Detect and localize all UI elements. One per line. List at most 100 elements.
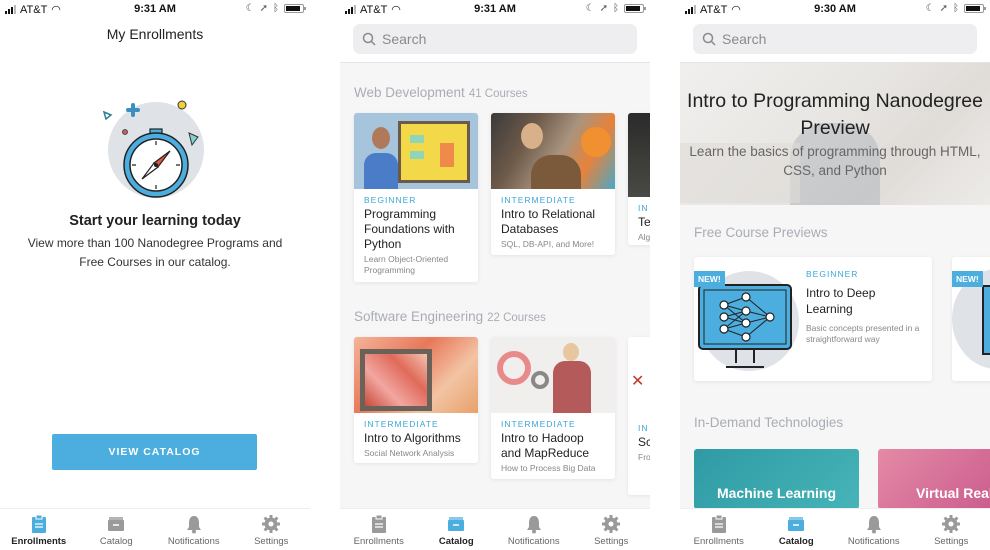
tab-label: Enrollments	[693, 536, 744, 547]
tab-settings[interactable]: Settings	[233, 509, 311, 550]
tab-label: Catalog	[778, 536, 814, 547]
course-card[interactable]: INTERMEDIATE Intro to Hadoop and MapRedu…	[491, 337, 615, 479]
featured-content[interactable]: Intro to Programming Nanodegree Preview …	[680, 62, 990, 508]
app-screenshots: AT&T ◠ 9:31 AM ☾ ➚ ᛒ My Enrollments Start y…	[0, 0, 990, 550]
tab-notifications[interactable]: Notifications	[835, 509, 913, 550]
course-name: Intro to Deep Learning	[806, 286, 876, 316]
catalog-content[interactable]: Web Development 41 Courses BEGINNER Progr…	[340, 62, 650, 508]
preview-card[interactable]: NEW!	[952, 257, 990, 381]
empty-state-title: Start your learning today	[69, 213, 241, 229]
course-card[interactable]: INTERMEDIATE Intro to Relational Databas…	[491, 113, 615, 255]
tab-label: Enrollments	[11, 536, 67, 547]
course-thumbnail	[628, 113, 650, 197]
status-bar: AT&T ◠ 9:31 AM ☾ ➚ ᛒ	[340, 0, 650, 18]
course-thumbnail	[491, 337, 615, 413]
section-count: 22 Courses	[487, 312, 546, 324]
preview-card[interactable]: NEW! BEGINNER Intro to Deep Learning Bas…	[694, 257, 932, 381]
tab-catalog[interactable]: Catalog	[758, 509, 836, 550]
tab-catalog[interactable]: Catalog	[418, 509, 496, 550]
battery-icon	[284, 4, 306, 13]
course-thumbnail	[354, 113, 478, 189]
location-icon: ➚	[599, 3, 608, 14]
status-bar: AT&T ◠ 9:31 AM ☾ ➚ ᛒ	[0, 0, 310, 18]
course-subtitle: Fro	[638, 452, 650, 462]
section-name: Web Development	[354, 85, 465, 100]
new-badge: NEW!	[694, 271, 725, 287]
bell-icon	[186, 516, 201, 534]
clipboard-icon	[31, 514, 46, 533]
view-catalog-button[interactable]: VIEW CATALOG	[52, 434, 257, 470]
course-name: Te	[638, 215, 650, 229]
course-subtitle: Basic concepts presented in a straightfo…	[806, 323, 920, 344]
page-title: My Enrollments	[106, 26, 204, 42]
tab-label: Catalog	[99, 536, 133, 547]
tab-label: Enrollments	[353, 536, 404, 547]
bluetooth-icon: ᛒ	[613, 3, 619, 14]
technology-card-machine-learning[interactable]: Machine Learning	[694, 449, 859, 508]
course-card[interactable]: INTERMEDIATE Intro to Algorithms Social …	[354, 337, 478, 463]
tab-label: Settings	[594, 536, 629, 547]
empty-state-description: View more than 100 Nanodegree Programs a…	[27, 236, 283, 269]
course-subtitle: Learn Object-Oriented Programming	[364, 254, 449, 275]
technology-label: Machine Learning	[716, 485, 837, 501]
section-count: 41 Courses	[468, 88, 528, 100]
tab-bar: Enrollments Catalog Notifications Settin…	[340, 508, 650, 550]
new-badge: NEW!	[952, 271, 983, 287]
tab-label: Settings	[934, 536, 969, 547]
search-bar[interactable]	[353, 24, 637, 54]
tab-notifications[interactable]: Notifications	[495, 509, 573, 550]
search-icon	[362, 32, 376, 46]
course-name: Programming Foundations with Python	[364, 207, 455, 251]
course-level: INTERMEDIATE	[501, 419, 576, 429]
tab-enrollments[interactable]: Enrollments	[0, 509, 78, 550]
search-input[interactable]	[722, 31, 922, 47]
course-thumbnail	[491, 113, 615, 189]
tab-bar: Enrollments Catalog Notifications Settin…	[680, 508, 990, 550]
gear-icon	[262, 515, 281, 533]
course-card[interactable]: IN Te Alg Str	[628, 113, 650, 245]
course-subtitle: SQL, DB-API, and More!	[501, 239, 595, 249]
tab-enrollments[interactable]: Enrollments	[340, 509, 418, 550]
bluetooth-icon: ᛒ	[953, 3, 959, 14]
search-bar[interactable]	[693, 24, 977, 54]
course-thumbnail	[354, 337, 478, 413]
gear-icon	[602, 515, 621, 533]
tab-label: Notifications	[507, 536, 560, 547]
tools-icon: ✕	[631, 373, 645, 390]
section-title: Software Engineering 22 Courses	[354, 309, 546, 324]
course-name: Intro to Algorithms	[364, 431, 461, 445]
moon-icon: ☾	[245, 3, 255, 14]
drawer-icon	[448, 517, 465, 531]
stopwatch-compass-icon	[102, 100, 204, 198]
location-icon: ➚	[939, 3, 948, 14]
moon-icon: ☾	[925, 3, 935, 14]
tab-enrollments[interactable]: Enrollments	[680, 509, 758, 550]
hero-title: Intro to Programming Nanodegree Preview	[687, 90, 983, 139]
technology-card-virtual-reality[interactable]: Virtual Reality	[878, 449, 990, 508]
course-card[interactable]: BEGINNER Programming Foundations with Py…	[354, 113, 478, 282]
course-subtitle: Social Network Analysis	[364, 448, 455, 458]
featured-hero-banner[interactable]: Intro to Programming Nanodegree Preview …	[680, 63, 990, 205]
moon-icon: ☾	[585, 3, 595, 14]
tab-notifications[interactable]: Notifications	[155, 509, 233, 550]
gear-icon	[942, 515, 961, 533]
tab-label: Notifications	[167, 536, 220, 547]
catalog-screen: AT&T◠ 9:31 AM ☾➚ᛒ Web Development41 Cour…	[340, 0, 650, 550]
enrollments-screen: AT&T ◠ 9:31 AM ☾ ➚ ᛒ My Enrollments Start y…	[0, 0, 310, 550]
section-title: Free Course Previews	[694, 225, 828, 240]
section-name: Software Engineering	[354, 309, 484, 324]
tab-catalog[interactable]: Catalog	[78, 509, 156, 550]
clipboard-icon	[371, 514, 386, 533]
course-level: BEGINNER	[806, 269, 859, 279]
course-name: Intro to Hadoop and MapReduce	[501, 431, 590, 460]
tab-settings[interactable]: Settings	[573, 509, 651, 550]
tab-settings[interactable]: Settings	[913, 509, 990, 550]
battery-icon	[964, 4, 986, 13]
search-input[interactable]	[382, 31, 582, 47]
bell-icon	[866, 516, 881, 534]
bluetooth-icon: ᛒ	[273, 3, 279, 14]
course-name: Intro to Relational Databases	[501, 207, 596, 236]
course-card[interactable]: ✕ IN Sc De Pr Fro	[628, 337, 650, 495]
battery-icon	[624, 4, 646, 13]
tab-bar: Enrollments Catalog Notifications Settin…	[0, 508, 310, 550]
